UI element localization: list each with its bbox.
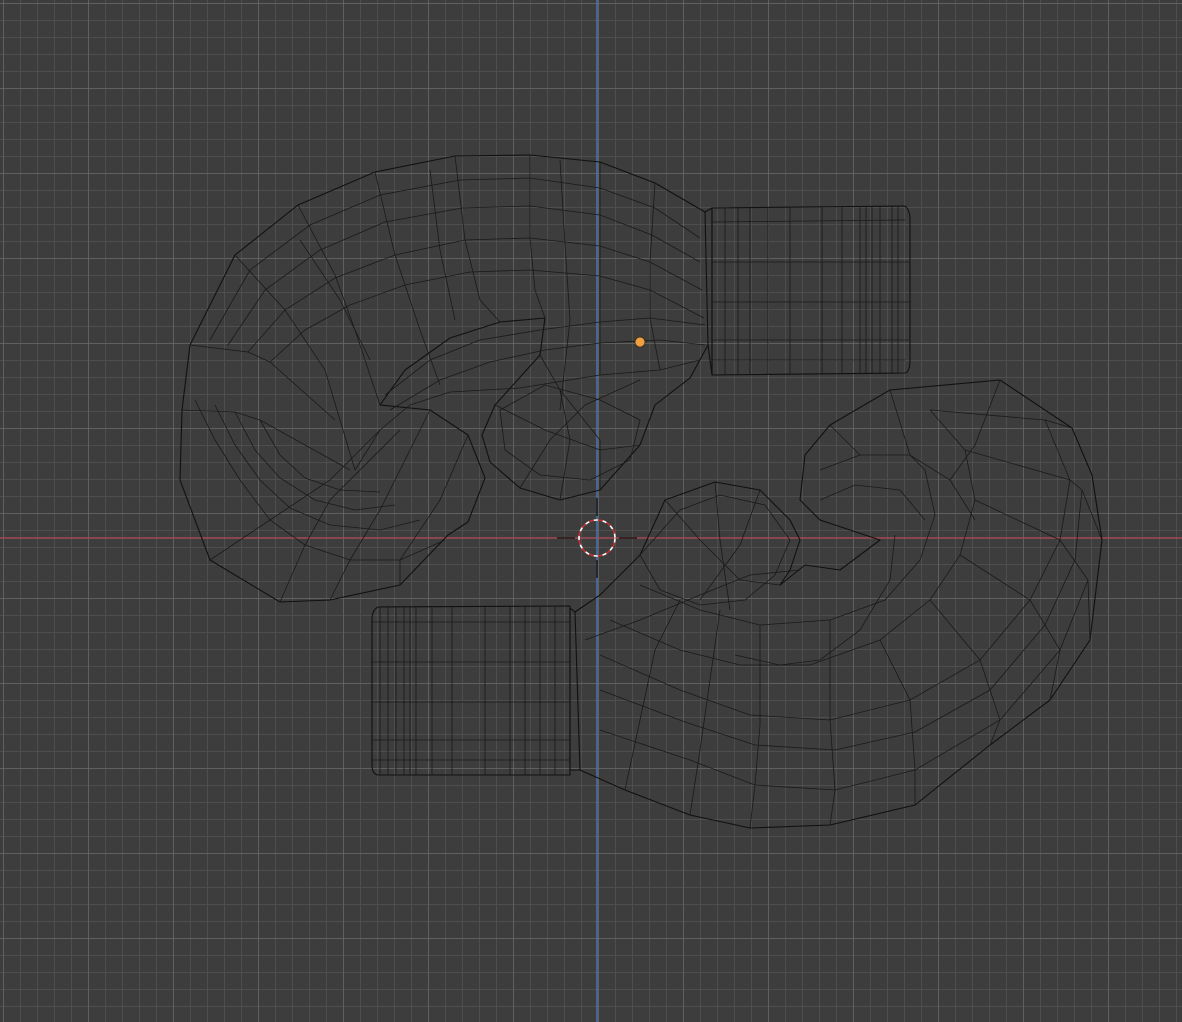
mesh-upper-cylinder[interactable] (711, 205, 911, 376)
3d-viewport[interactable] (0, 0, 1182, 1022)
mesh-upper-pipe[interactable] (179, 154, 713, 603)
mesh-lower-cylinder[interactable] (371, 605, 571, 776)
mesh-lower-pipe[interactable] (569, 379, 1103, 829)
viewport-canvas[interactable] (0, 0, 1182, 1022)
object-origin-dot[interactable] (634, 336, 646, 348)
